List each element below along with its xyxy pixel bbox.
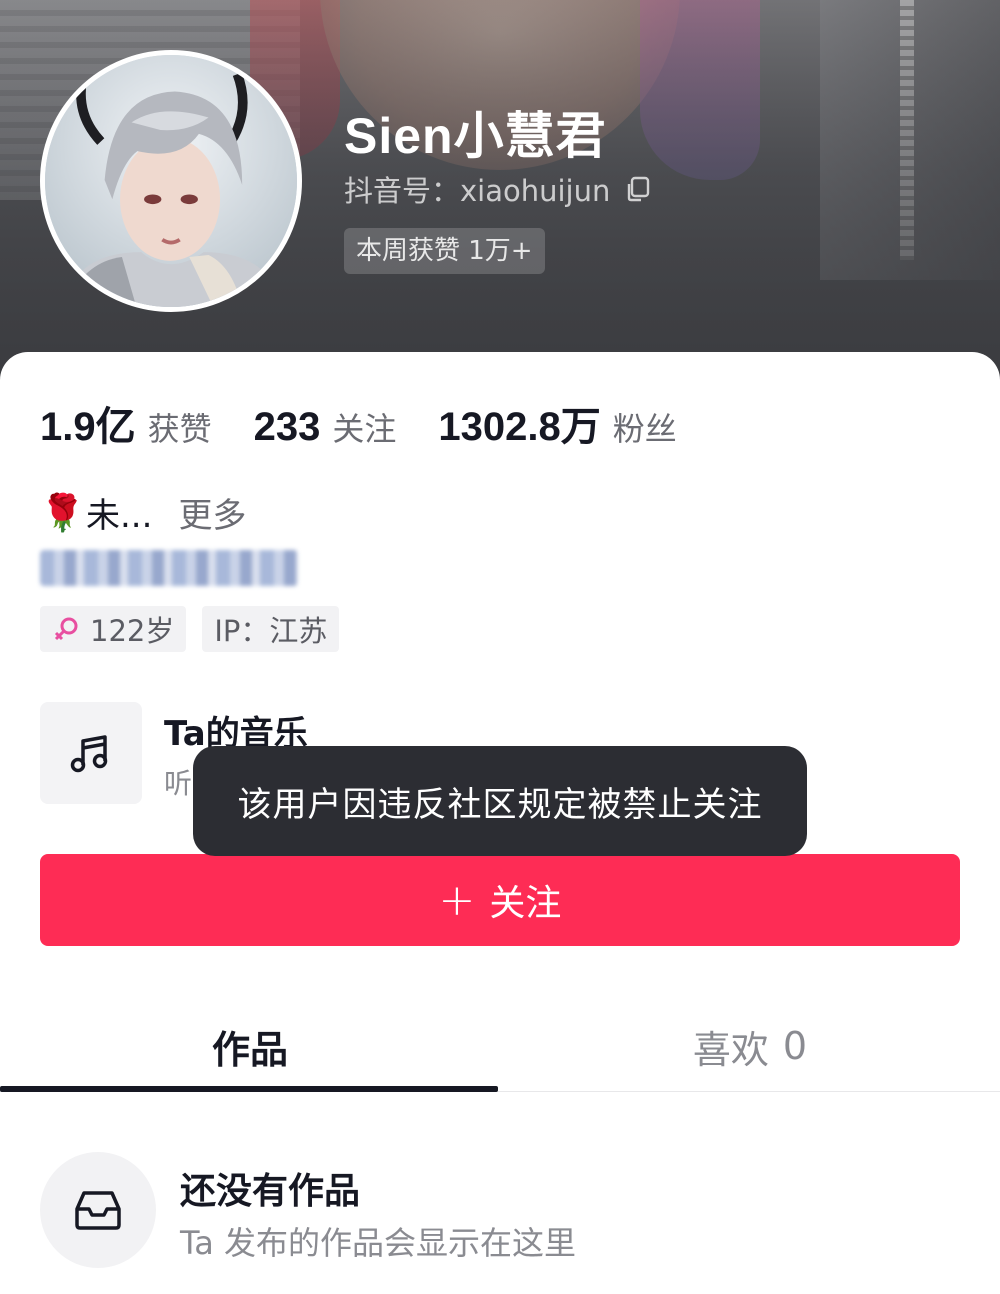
following-label: 关注 [332,410,397,448]
tab-works-label: 作品 [211,1027,288,1072]
follow-button[interactable]: + 关注 [40,854,960,946]
empty-state-subtitle: Ta 发布的作品会显示在这里 [180,1224,577,1262]
douyin-id-row[interactable]: 抖音号：xiaohuijun [344,168,652,210]
copy-icon[interactable] [624,175,652,203]
empty-state: 还没有作品 Ta 发布的作品会显示在这里 [40,1152,960,1270]
likes-label: 获赞 [147,410,212,448]
empty-state-title: 还没有作品 [180,1171,361,1212]
age-text: 122岁 [90,614,175,648]
plus-icon: + [438,874,476,926]
bio-text: 未... [86,496,153,536]
music-icon-box [40,702,142,804]
tab-likes-count: 0 [782,1024,808,1068]
music-note-icon [70,735,108,773]
followers-label: 粉丝 [612,410,677,448]
tab-works[interactable]: 作品 [0,1002,500,1090]
inbox-icon [75,1191,121,1230]
following-count: 233 [253,405,321,449]
douyin-id: 抖音号：xiaohuijun [344,174,611,208]
empty-icon-box [40,1152,156,1268]
followers-count: 1302.8万 [438,405,601,449]
active-tab-indicator [0,1086,498,1092]
ip-tag: IP：江苏 [202,606,340,652]
toast-message: 该用户因违反社区规定被禁止关注 [193,746,807,856]
avatar[interactable] [40,50,302,312]
bio-more-link[interactable]: 更多 [178,488,246,537]
stat-likes[interactable]: 1.9亿 获赞 [40,394,212,452]
bio: 🌹 未... 更多 [40,488,246,537]
music-subtitle: 听 [164,767,193,800]
tab-likes-label: 喜欢 [692,1027,769,1072]
blurred-bio-line [40,550,298,586]
tab-likes[interactable]: 喜欢 0 [500,1002,1000,1090]
nickname: Sien小慧君 [344,108,607,164]
content-tabs: 作品 喜欢 0 [0,1002,1000,1092]
profile-card: 1.9亿 获赞 233 关注 1302.8万 粉丝 🌹 未... 更多 122岁… [0,352,1000,1294]
stat-following[interactable]: 233 关注 [254,404,397,450]
stats-row: 1.9亿 获赞 233 关注 1302.8万 粉丝 [40,394,719,452]
female-gender-icon [54,617,78,641]
ip-text: IP：江苏 [214,614,328,648]
likes-count: 1.9亿 [40,405,136,449]
follow-button-label: 关注 [489,883,562,924]
weekly-likes-badge[interactable]: 本周获赞 1万+ [344,228,545,274]
rose-icon: 🌹 [40,492,85,534]
stat-followers[interactable]: 1302.8万 粉丝 [438,394,676,452]
age-tag: 122岁 [40,606,187,652]
profile-tags: 122岁 IP：江苏 [40,606,355,652]
